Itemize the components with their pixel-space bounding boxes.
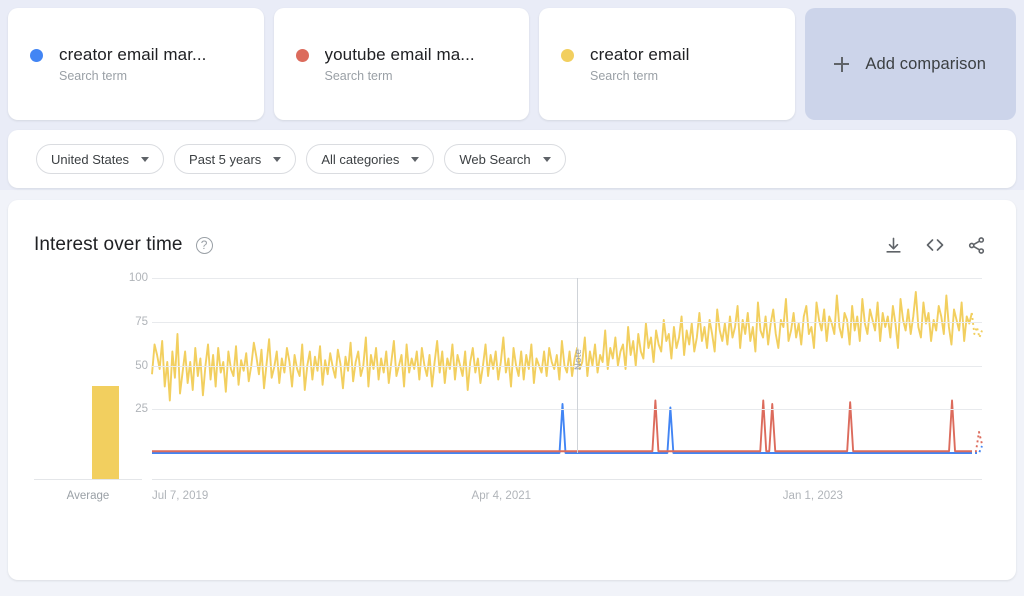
download-icon[interactable] <box>884 236 903 255</box>
gridline-75 <box>152 321 982 323</box>
average-baseline <box>34 479 142 480</box>
term-card-0[interactable]: creator email mar... Search term <box>8 8 264 120</box>
header-band: creator email mar... Search term youtube… <box>0 0 1024 190</box>
chart-header: Interest over time ? <box>8 200 1016 256</box>
chevron-down-icon <box>542 156 551 162</box>
filter-region-label: United States <box>51 151 130 167</box>
term-card-1-header: youtube email ma... <box>295 45 508 65</box>
chevron-down-icon <box>411 156 420 162</box>
gridline-50 <box>152 365 982 367</box>
gridline-25 <box>152 409 982 411</box>
gridline-100 <box>152 278 982 279</box>
y-tick-50: 50 <box>135 359 148 372</box>
filter-search-type[interactable]: Web Search <box>444 144 566 174</box>
y-axis-labels: 100 75 50 25 <box>122 272 148 453</box>
x-axis-baseline <box>152 479 982 480</box>
plus-icon <box>834 56 850 72</box>
filter-category[interactable]: All categories <box>306 144 435 174</box>
series-dot-yellow <box>561 48 574 62</box>
series-line-creator-email <box>972 313 982 338</box>
graph-panel: 100 75 50 25 Jul 7, 2019 Apr 4, 2021 Jan 1, 2… <box>129 272 982 508</box>
y-tick-25: 25 <box>135 403 148 416</box>
share-icon[interactable] <box>967 236 986 255</box>
average-label: Average <box>66 490 110 502</box>
page-title: Interest over time <box>34 234 183 255</box>
term-card-1-name: youtube email ma... <box>324 45 475 64</box>
chart-title-wrap: Interest over time ? <box>34 234 213 256</box>
add-comparison-label: Add comparison <box>865 54 987 73</box>
chevron-down-icon <box>273 156 282 162</box>
series-line-creator-email <box>152 292 972 401</box>
x-tick-1: Apr 4, 2021 <box>471 490 532 502</box>
filter-time-range-label: Past 5 years <box>189 151 262 167</box>
y-tick-75: 75 <box>135 315 148 328</box>
series-dot-blue <box>30 48 43 62</box>
filter-bar: United States Past 5 years All categorie… <box>8 130 1016 188</box>
term-card-0-type: Search term <box>59 69 128 83</box>
x-tick-0: Jul 7, 2019 <box>152 490 209 502</box>
series-dot-red <box>295 48 309 62</box>
average-bar <box>92 386 119 479</box>
filter-time-range[interactable]: Past 5 years <box>174 144 297 174</box>
plot-area: Average 100 75 50 25 Jul 7, 2019 Apr 4, 2021… <box>8 272 1016 538</box>
series-line-youtube-email-marketing <box>970 432 982 451</box>
term-card-0-header: creator email mar... <box>30 45 242 65</box>
page-body: Interest over time ? Average 100 75 50 2… <box>0 190 1024 580</box>
help-icon[interactable]: ? <box>195 236 213 254</box>
chevron-down-icon <box>141 156 150 162</box>
term-card-1[interactable]: youtube email ma... Search term <box>273 8 529 120</box>
x-tick-2: Jan 1, 2023 <box>782 490 843 502</box>
filter-category-label: All categories <box>321 151 400 167</box>
term-card-2-name: creator email <box>590 45 690 64</box>
chart-actions <box>884 235 986 255</box>
term-card-2-type: Search term <box>590 69 659 83</box>
y-tick-100: 100 <box>128 272 148 284</box>
add-comparison-button[interactable]: Add comparison <box>804 8 1016 120</box>
embed-icon[interactable] <box>925 235 945 255</box>
term-card-2-header: creator email <box>561 45 773 65</box>
term-card-1-type: Search term <box>324 69 393 83</box>
interest-over-time-card: Interest over time ? Average 100 75 50 2… <box>8 200 1016 580</box>
term-card-0-name: creator email mar... <box>59 45 207 64</box>
note-annotation-label: Note <box>572 348 584 370</box>
search-terms-row: creator email mar... Search term youtube… <box>8 8 1016 120</box>
term-card-2[interactable]: creator email Search term <box>539 8 795 120</box>
filter-search-type-label: Web Search <box>459 151 531 167</box>
filter-region[interactable]: United States <box>36 144 165 174</box>
